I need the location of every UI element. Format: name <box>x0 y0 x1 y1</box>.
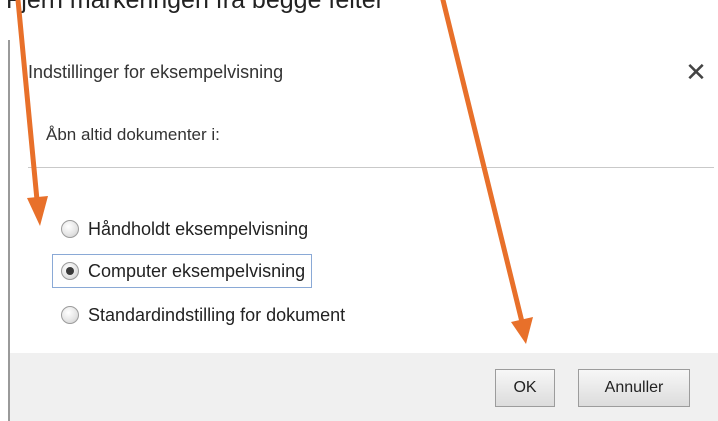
dialog-footer: OK Annuller <box>10 353 718 421</box>
radio-button-icon[interactable] <box>61 306 79 324</box>
instruction-caption-text: Fjern markeringen fra begge felter <box>6 0 384 14</box>
close-button[interactable]: ✕ <box>676 52 716 92</box>
radio-label-document-default: Standardindstilling for dokument <box>88 304 346 325</box>
separator <box>28 167 714 168</box>
close-icon: ✕ <box>685 57 707 87</box>
preview-settings-dialog: Indstillinger for eksempelvisning ✕ Åbn … <box>8 40 718 421</box>
radio-document-default[interactable]: Standardindstilling for dokument <box>52 298 352 332</box>
radio-label-handheld: Håndholdt eksempelvisning <box>88 218 309 239</box>
open-documents-label: Åbn altid dokumenter i: <box>46 125 220 144</box>
cancel-button[interactable]: Annuller <box>578 369 690 407</box>
ok-button[interactable]: OK <box>495 369 555 407</box>
radio-computer-preview[interactable]: Computer eksempelvisning <box>52 254 313 288</box>
instruction-caption: Fjern markeringen fra begge felter <box>0 0 718 40</box>
dialog-title: Indstillinger for eksempelvisning <box>28 62 284 82</box>
radio-button-selected-icon[interactable] <box>61 262 79 280</box>
radio-label-computer: Computer eksempelvisning <box>88 260 306 281</box>
radio-button-icon[interactable] <box>61 220 79 238</box>
radio-handheld-preview[interactable]: Håndholdt eksempelvisning <box>52 212 315 246</box>
